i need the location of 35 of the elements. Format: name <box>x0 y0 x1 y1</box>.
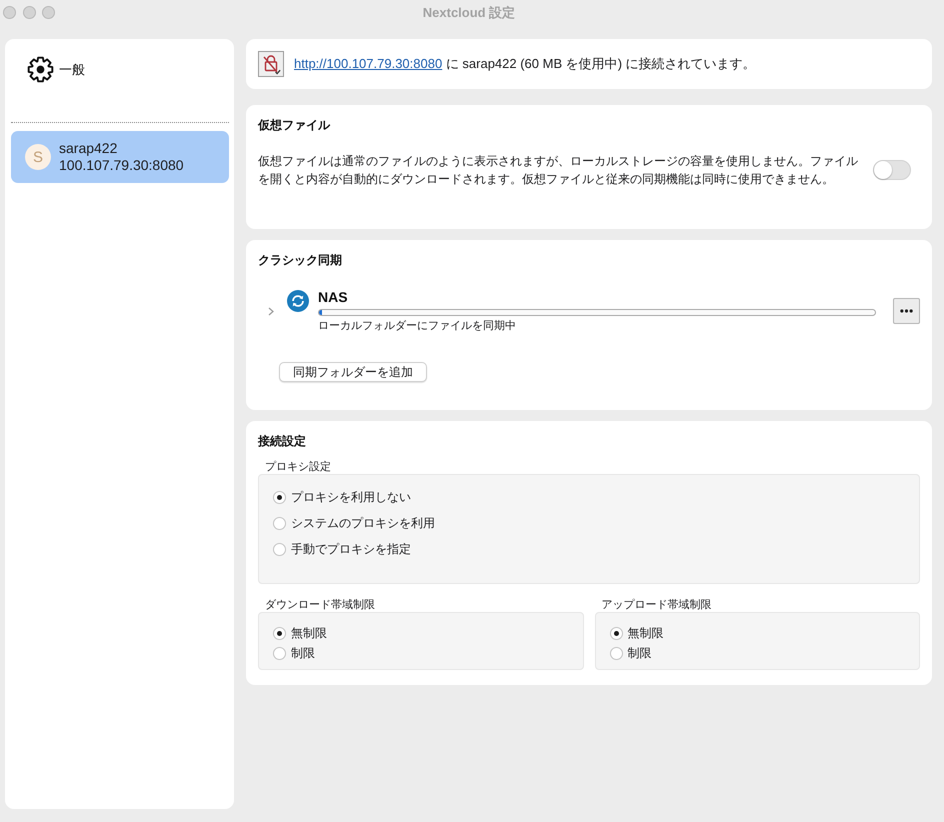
account-item[interactable]: S sarap422 100.107.79.30:8080 <box>11 131 229 183</box>
sync-icon <box>287 290 309 312</box>
add-folder-button[interactable]: 同期フォルダーを追加 <box>279 362 427 382</box>
radio-option[interactable]: 無制限 <box>610 624 664 642</box>
more-button[interactable] <box>893 298 920 324</box>
server-link[interactable]: http://100.107.79.30:8080 <box>294 56 442 71</box>
sync-status-text: ローカルフォルダーにファイルを同期中 <box>318 319 517 333</box>
server-address: 100.107.79.30:8080 <box>59 157 184 174</box>
minimize-button[interactable] <box>22 6 36 19</box>
radio-option[interactable]: 制限 <box>273 644 315 662</box>
sidebar-item[interactable]: 一般 <box>11 55 85 84</box>
window-title: Nextcloud 設定 <box>422 4 516 22</box>
toggle-switch[interactable] <box>873 160 911 180</box>
radio-option[interactable]: プロキシを利用しない <box>273 488 411 506</box>
group-label: ダウンロード帯域制限 <box>264 599 376 612</box>
group-label: アップロード帯域制限 <box>600 599 712 612</box>
zoom-button[interactable] <box>42 6 55 19</box>
connection-status-text: http://100.107.79.30:8080 に sarap422 (60 MB を使用中) に接続されています。 <box>294 55 756 73</box>
crossed-lock-icon <box>258 51 284 77</box>
section-title: クラシック同期 <box>258 252 343 268</box>
folder-name: NAS <box>318 289 349 305</box>
settings-icon <box>27 56 54 83</box>
close-button[interactable] <box>3 6 16 19</box>
virtual-files-description: 仮想ファイルは通常のファイルのように表示されますが、ローカルストレージの容量を使用しません。ファイルを開くと内容が自動的にダウンロードされます。仮想ファイルと従来の同期機能は同時に使用できません。 <box>258 153 859 188</box>
section-title: 接続設定 <box>258 433 307 449</box>
group-label: プロキシ設定 <box>264 461 332 474</box>
account-name: sarap422 <box>59 140 118 157</box>
radio-option[interactable]: 手動でプロキシを指定 <box>273 540 411 558</box>
more-icon <box>900 309 913 313</box>
section-title: 仮想ファイル <box>258 117 332 133</box>
avatar-icon: S <box>25 144 51 170</box>
radio-option[interactable]: システムのプロキシを利用 <box>273 514 435 532</box>
radio-option[interactable]: 無制限 <box>273 624 327 642</box>
chevron-icon[interactable] <box>268 306 274 316</box>
radio-option[interactable]: 制限 <box>610 644 652 662</box>
